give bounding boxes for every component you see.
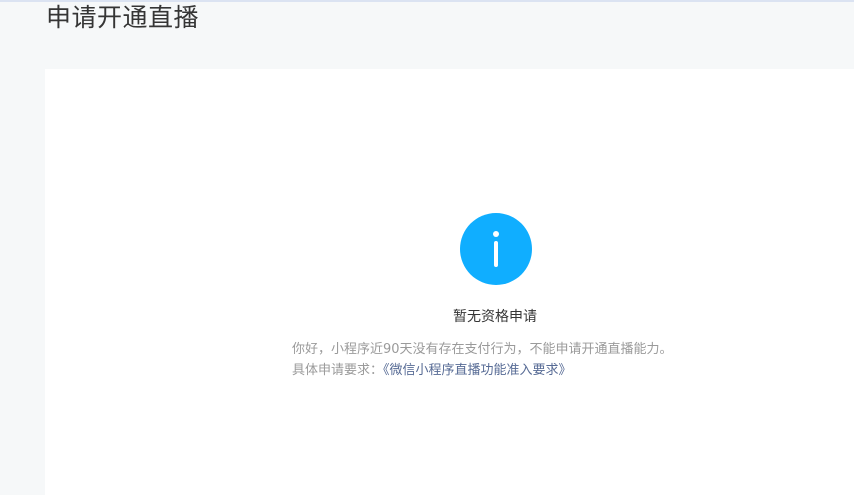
status-title: 暂无资格申请 [453, 309, 537, 325]
info-icon [460, 213, 532, 285]
requirement-line: 具体申请要求：《微信小程序直播功能准入要求》 [292, 360, 673, 381]
info-icon-dot [493, 231, 499, 237]
requirement-label: 具体申请要求： [292, 363, 384, 378]
info-icon-bar [494, 241, 498, 267]
requirement-link[interactable]: 《微信小程序直播功能准入要求》 [383, 363, 572, 378]
page-title: 申请开通直播 [46, 3, 200, 32]
content-card: 暂无资格申请 你好，小程序近90天没有存在支付行为，不能申请开通直播能力。 具体… [45, 69, 854, 495]
status-description: 你好，小程序近90天没有存在支付行为，不能申请开通直播能力。 具体申请要求：《微… [292, 339, 673, 381]
status-message: 你好，小程序近90天没有存在支付行为，不能申请开通直播能力。 [292, 342, 673, 357]
